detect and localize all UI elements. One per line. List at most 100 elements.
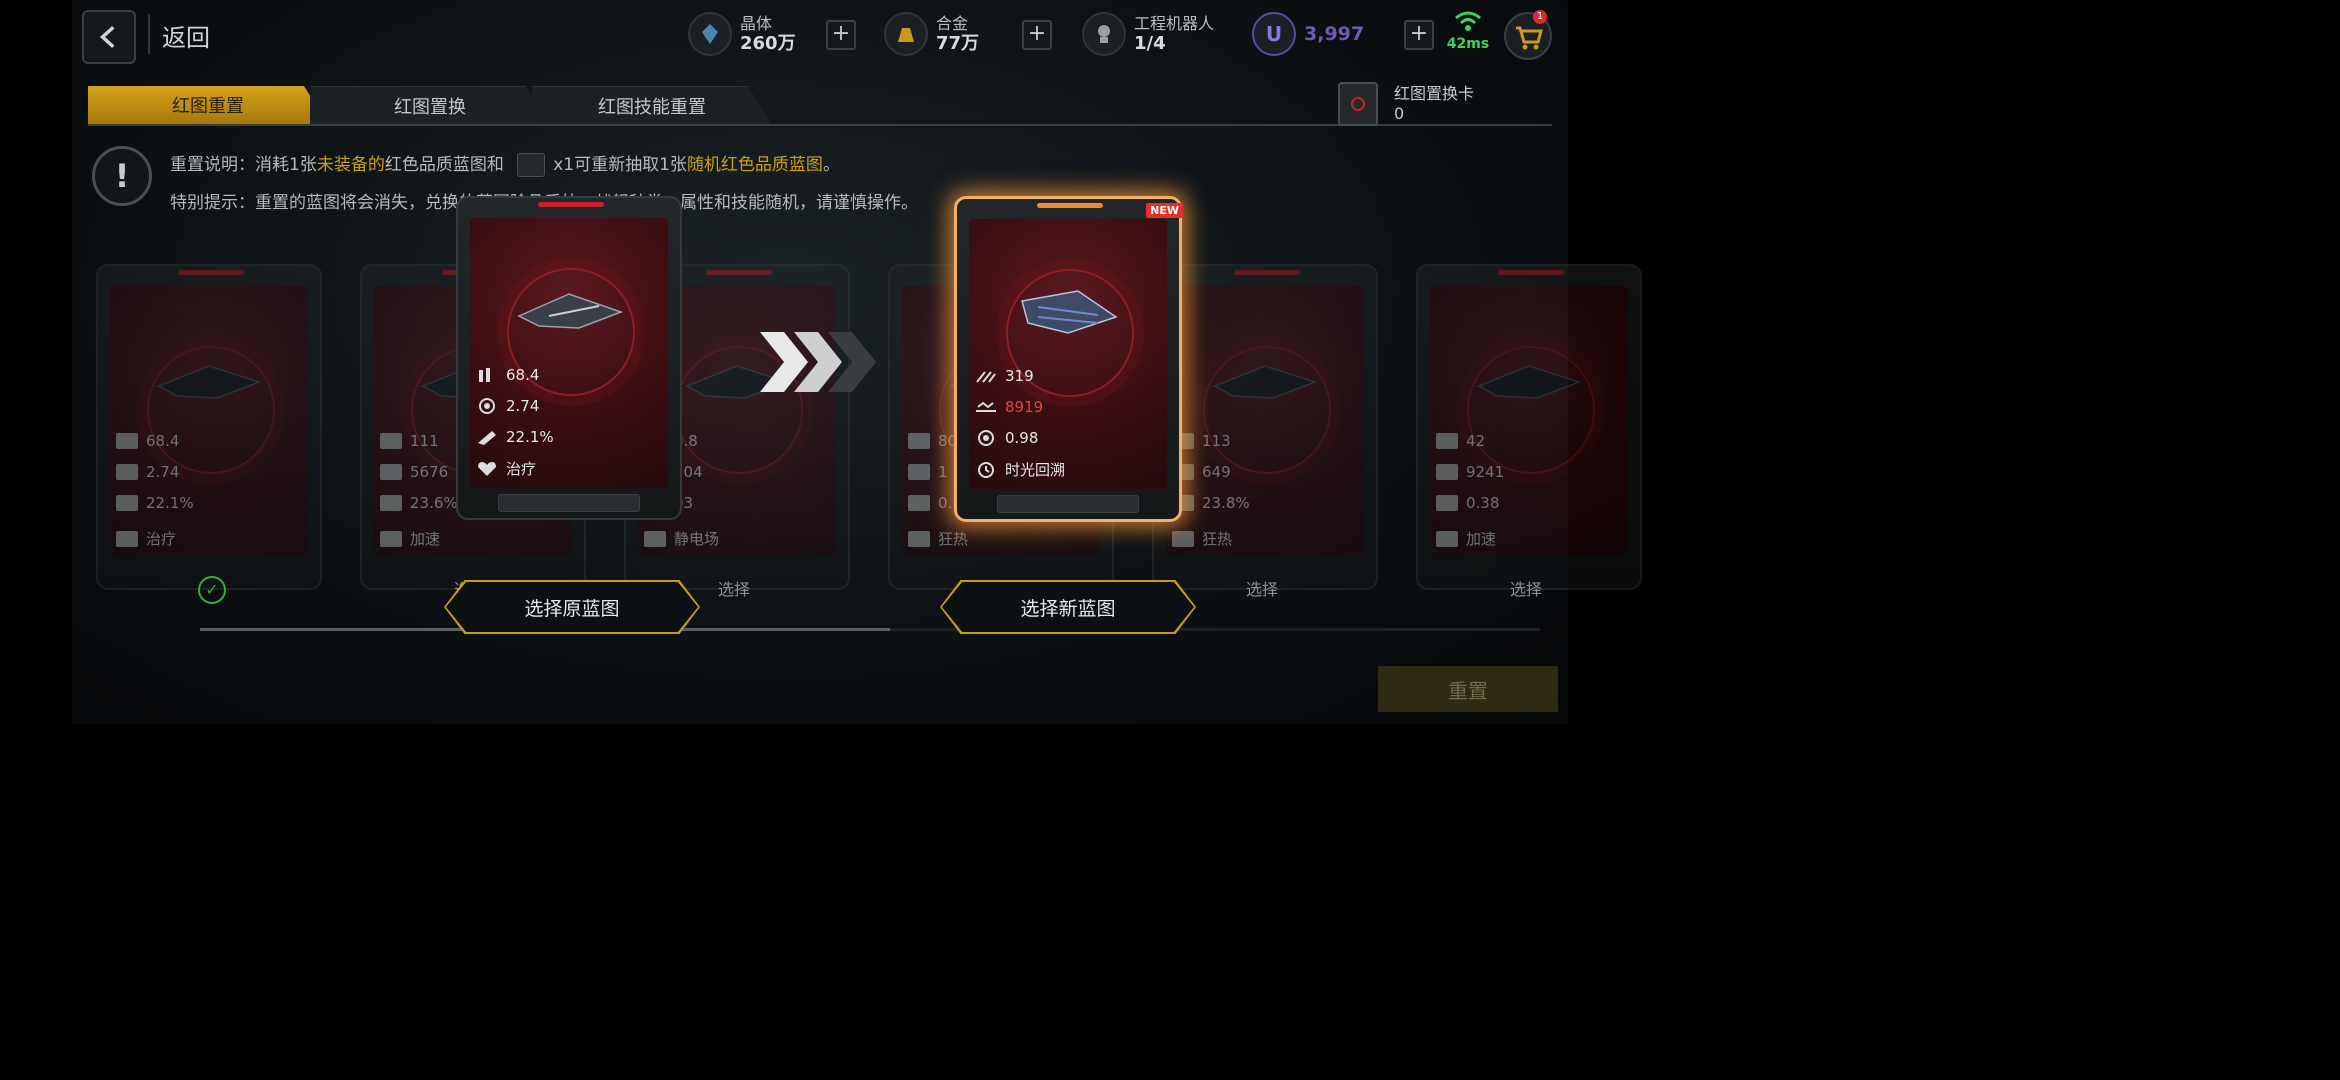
stat-value: 22.1% — [506, 428, 554, 446]
select-label[interactable]: 选择 — [1510, 576, 1542, 600]
skill-row: 静电场 — [644, 528, 719, 549]
stat-value: 23.8% — [1202, 494, 1250, 512]
stat-row: 42 — [1436, 432, 1485, 450]
skill-icon — [116, 530, 138, 547]
notice-highlight: 未装备的 — [316, 155, 385, 175]
alloy-icon — [884, 12, 928, 56]
wifi-icon — [1455, 11, 1481, 31]
stat-row: 2.74 — [116, 463, 179, 481]
missile-icon — [380, 495, 402, 511]
stat-row: 68.4 — [116, 432, 179, 450]
skill-row: 治疗 — [116, 528, 176, 549]
reset-button[interactable]: 重置 — [1378, 666, 1558, 712]
card-top-light — [706, 270, 772, 275]
resource-name: 工程机器人 — [1134, 14, 1215, 33]
skill-row: 时光回溯 — [975, 459, 1065, 480]
card-bottom-plate — [498, 494, 640, 512]
back-label[interactable]: 返回 — [162, 18, 210, 53]
stat-value: 8919 — [1005, 398, 1044, 416]
stat-row: 23.6% — [380, 494, 458, 512]
stat-value: 1 — [938, 463, 948, 481]
u-currency-value: 3,997 — [1304, 22, 1365, 45]
ship-icon — [1213, 365, 1318, 399]
crystal-icon — [688, 12, 732, 56]
stat-value: 68.4 — [146, 432, 180, 450]
stat-value: 113 — [1202, 432, 1231, 450]
background-blueprint-card[interactable]: 113 649 23.8% 狂热 — [1152, 264, 1378, 590]
left-black-strip — [0, 0, 72, 724]
attack-icon — [976, 371, 996, 383]
exchange-card-inline-icon — [517, 153, 546, 177]
card-face — [969, 219, 1167, 489]
gear-icon — [978, 430, 994, 446]
ship-icon — [1021, 290, 1118, 334]
background-blueprint-card[interactable]: 68.4 2.74 22.1% 治疗 — [96, 264, 322, 590]
notice-line-1: 重置说明：消耗1张未装备的红色品质蓝图和 x1可重新抽取1张随机红色品质蓝图。 — [170, 150, 840, 177]
original-blueprint-card[interactable]: 68.4 2.74 22.1% 治疗 — [456, 196, 682, 520]
card-top-light — [178, 270, 244, 275]
stat-row: 9241 — [1436, 463, 1504, 481]
warning-icon: ! — [92, 146, 152, 206]
card-face — [470, 218, 668, 488]
select-label[interactable]: 选择 — [718, 576, 750, 600]
skill-row: 治疗 — [476, 458, 536, 479]
exchange-card-count: 0 — [1394, 104, 1405, 123]
resource-robot: 工程机器人 1/4 — [1082, 8, 1214, 60]
missile-icon — [1436, 495, 1458, 511]
skill-row: 狂热 — [908, 528, 968, 549]
select-new-button[interactable]: 选择新蓝图 — [940, 580, 1196, 634]
stat-value: 5676 — [410, 463, 449, 481]
chevron-left-icon — [99, 25, 115, 49]
card-face — [1430, 286, 1628, 556]
tab-red-skill-reset[interactable]: 红图技能重置 — [532, 86, 772, 125]
scroll-progress — [200, 628, 1540, 631]
missile-icon — [116, 495, 138, 511]
heal-heart-icon — [478, 461, 496, 476]
gear-icon — [1436, 464, 1458, 480]
tab-red-reset[interactable]: 红图重置 — [88, 86, 328, 124]
u-currency-icon: U — [1252, 12, 1296, 56]
skill-row: 加速 — [1436, 528, 1496, 549]
skill-row: 加速 — [380, 528, 440, 549]
skill-name: 治疗 — [506, 460, 537, 478]
missile-icon — [908, 495, 930, 511]
ammo-icon — [908, 433, 930, 449]
ammo-icon — [116, 433, 138, 449]
tab-red-exchange[interactable]: 红图置换 — [310, 86, 550, 125]
gear-icon — [908, 464, 930, 480]
stat-row: 0.38 — [1436, 494, 1499, 512]
skill-icon — [644, 530, 666, 547]
select-original-button[interactable]: 选择原蓝图 — [444, 580, 700, 634]
notice-highlight: 随机红色品质蓝图 — [686, 155, 823, 175]
skill-icon — [380, 530, 402, 547]
tab-underline — [88, 124, 1552, 126]
ship-icon — [1477, 365, 1582, 399]
gear-icon — [479, 398, 495, 414]
ping-value: 42ms — [1446, 36, 1490, 52]
stat-row: 8919 — [975, 398, 1043, 416]
select-label[interactable]: 选择 — [1246, 576, 1278, 600]
select-original-label: 选择原蓝图 — [446, 582, 698, 632]
skill-name: 加速 — [410, 530, 441, 548]
notice-text: 重置说明：消耗1张 — [170, 155, 317, 175]
add-crystal-button[interactable]: + — [826, 20, 856, 50]
ship-icon — [157, 365, 262, 399]
gear-icon — [380, 464, 402, 480]
stat-value: 2.74 — [506, 397, 540, 415]
stat-row: 0. — [908, 494, 952, 512]
exchange-card-counter: 红图置换卡 0 — [1338, 82, 1474, 126]
ammo-icon — [380, 433, 402, 449]
resource-u-currency: U 3,997 — [1252, 8, 1364, 60]
arrow-chevrons-icon — [760, 332, 876, 392]
skill-name: 狂热 — [938, 530, 969, 548]
new-blueprint-card[interactable]: NEW 319 8919 0.98 时光回溯 — [954, 196, 1183, 522]
stat-value: 649 — [1202, 463, 1231, 481]
back-button[interactable] — [82, 10, 136, 64]
add-u-currency-button[interactable]: + — [1404, 20, 1434, 50]
stat-row: 22.1% — [116, 494, 194, 512]
stat-value: 2.74 — [146, 463, 180, 481]
background-blueprint-card[interactable]: 42 9241 0.38 加速 — [1416, 264, 1642, 590]
card-top-light — [1234, 270, 1300, 275]
exchange-card-icon — [1338, 82, 1378, 126]
add-alloy-button[interactable]: + — [1022, 20, 1052, 50]
